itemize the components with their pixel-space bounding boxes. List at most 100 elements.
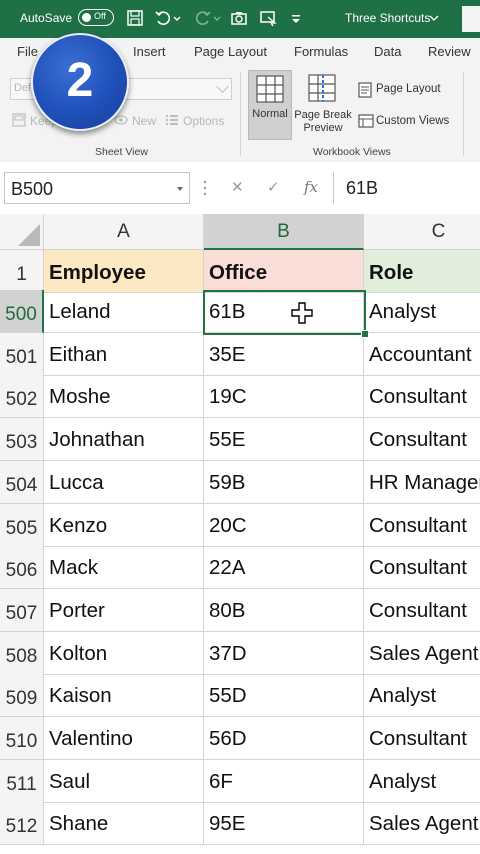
redo-dropdown-icon[interactable] [212,9,222,27]
table-cell[interactable]: Sales Agent [364,802,480,846]
drag-handle-icon[interactable] [203,179,207,197]
fill-handle[interactable] [361,330,369,338]
tab-insert[interactable]: Insert [133,44,166,59]
column-title-cell[interactable]: Office [204,250,364,293]
table-cell[interactable]: Analyst [364,760,480,803]
table-cell[interactable]: Kenzo [44,503,204,547]
tab-review[interactable]: Review [428,44,471,59]
search-box-edge[interactable] [462,6,480,32]
table-cell[interactable]: 20C [204,503,364,547]
normal-view-label: Normal [252,108,288,120]
options-button[interactable]: Options [183,114,224,128]
table-row: 510 Valentino 56D Consultant [0,717,480,760]
title-chevron-icon[interactable] [429,13,439,23]
table-cell[interactable]: Kolton [44,631,204,675]
table-cell[interactable]: 6F [204,759,364,803]
undo-dropdown-icon[interactable] [172,9,182,27]
tab-data[interactable]: Data [374,44,401,59]
row-header[interactable]: 500 [0,290,44,333]
row-header[interactable]: 511 [0,759,44,803]
table-cell[interactable]: Leland [44,290,204,333]
undo-icon[interactable] [154,9,172,27]
table-row: 505 Kenzo 20C Consultant [0,503,480,547]
table-cell[interactable]: Analyst [364,290,480,333]
formula-input[interactable]: 61B [333,172,480,204]
table-cell[interactable]: Mack [44,546,204,590]
column-header-b[interactable]: B [204,214,364,250]
insert-function-icon[interactable]: fx [304,178,318,196]
table-cell[interactable]: Consultant [364,717,480,760]
redo-icon[interactable] [194,9,212,27]
table-cell[interactable]: Consultant [364,504,480,547]
tab-formulas[interactable]: Formulas [294,44,348,59]
table-cell[interactable]: 59B [204,460,364,504]
row-header[interactable]: 504 [0,460,44,504]
row-header[interactable]: 509 [0,674,44,718]
row-header[interactable]: 508 [0,631,44,675]
row-header[interactable]: 1 [0,250,44,293]
table-cell[interactable]: 19C [204,375,364,419]
table-cell[interactable]: Kaison [44,674,204,718]
name-box[interactable]: B500 [4,172,190,204]
table-cell[interactable]: 35E [204,332,364,376]
select-all-button[interactable] [0,214,44,250]
table-cell[interactable]: Lucca [44,460,204,504]
custom-views-button[interactable]: Custom Views [376,115,449,127]
table-cell[interactable]: Sales Agent [364,632,480,675]
page-layout-view-button[interactable]: Page Layout [376,83,441,95]
document-title[interactable]: Three Shortcuts [345,11,430,25]
page-layout-icon [358,82,372,98]
customize-icon[interactable] [290,9,302,27]
autosave-toggle[interactable]: Off [78,9,114,26]
table-cell[interactable]: 55E [204,418,364,462]
table-cell[interactable]: Analyst [364,674,480,718]
row-header[interactable]: 503 [0,418,44,462]
row-header[interactable]: 502 [0,375,44,419]
column-header-a[interactable]: A [44,214,204,250]
table-cell[interactable]: Shane [44,802,204,846]
table-cell[interactable]: Porter [44,588,204,632]
table-cell[interactable]: 56D [204,717,364,760]
table-cell[interactable]: Consultant [364,418,480,462]
table-cell[interactable]: Moshe [44,375,204,419]
table-cell[interactable]: Consultant [364,375,480,419]
table-cell[interactable]: 22A [204,546,364,590]
table-cell[interactable]: Accountant [364,333,480,376]
row-header[interactable]: 512 [0,802,44,846]
table-cell[interactable]: 55D [204,674,364,718]
table-cell[interactable]: Eithan [44,332,204,376]
page-break-preview-button[interactable]: Page Break Preview [294,109,352,135]
column-header-c[interactable]: C [364,214,480,250]
table-cell[interactable]: Saul [44,759,204,803]
table-cell[interactable]: Consultant [364,546,480,590]
autosave-label: AutoSave [20,11,73,25]
enter-icon[interactable]: ✓ [267,178,280,196]
new-view-button[interactable]: New [132,114,156,128]
tab-page-layout[interactable]: Page Layout [194,44,267,59]
row-header[interactable]: 501 [0,332,44,376]
column-title-cell[interactable]: Employee [44,250,204,293]
table-cell[interactable]: 80B [204,588,364,632]
column-title-cell[interactable]: Role [364,250,480,293]
row-header[interactable]: 505 [0,503,44,547]
page-break-line1: Page Break [294,109,352,121]
row-header[interactable]: 507 [0,588,44,632]
save-icon[interactable] [126,9,144,27]
camera-icon[interactable] [230,9,248,27]
table-row: 511 Saul 6F Analyst [0,759,480,803]
row-header[interactable]: 506 [0,546,44,590]
table-cell[interactable]: HR Manager [364,461,480,504]
normal-view-button[interactable] [248,70,292,140]
table-row: 512 Shane 95E Sales Agent [0,802,480,846]
table-cell[interactable]: Johnathan [44,418,204,462]
cell-cursor-icon [291,302,313,324]
group-separator [240,72,241,156]
cancel-icon[interactable]: ✕ [231,178,244,196]
row-header[interactable]: 510 [0,717,44,760]
formula-value: 61B [346,178,379,198]
form-icon[interactable] [259,9,277,27]
table-cell[interactable]: 95E [204,802,364,846]
table-cell[interactable]: Valentino [44,717,204,760]
table-cell[interactable]: 37D [204,631,364,675]
table-cell[interactable]: Consultant [364,589,480,632]
